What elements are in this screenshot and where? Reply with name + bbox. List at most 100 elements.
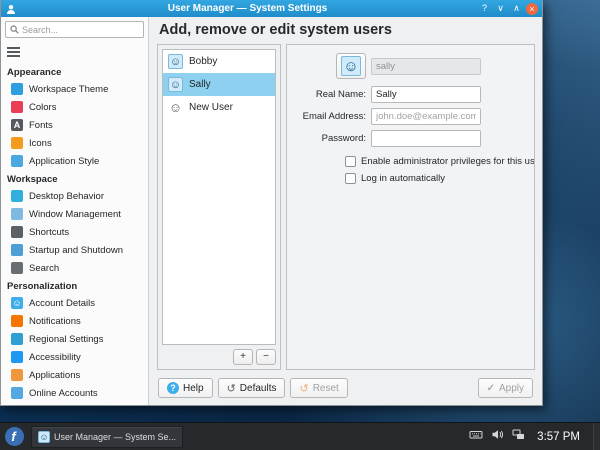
search-icon: [10, 21, 19, 39]
sidebar-item-workspace-theme[interactable]: Workspace Theme: [5, 80, 144, 98]
apply-check-icon: ✓: [487, 383, 495, 394]
colors-icon: [11, 101, 23, 113]
user-row-new-user[interactable]: ☺ New User: [163, 96, 275, 119]
show-desktop-button[interactable]: [593, 423, 600, 450]
user-list-controls: + −: [162, 349, 276, 365]
user-details-form: ☺ Real Name: Email Address: Password: Enab…: [286, 44, 535, 370]
user-row-sally[interactable]: ☺Sally: [163, 73, 275, 96]
sidebar-item-shortcuts[interactable]: Shortcuts: [5, 223, 144, 241]
checkbox-label: Enable administrator privileges for this…: [361, 156, 535, 167]
user-name: Bobby: [189, 56, 217, 67]
sidebar-item-account-details[interactable]: ☺Account Details: [5, 294, 144, 312]
help-icon: ?: [167, 382, 179, 394]
defaults-icon: ↺: [227, 382, 236, 395]
sidebar-item-accessibility[interactable]: Accessibility: [5, 348, 144, 366]
window-body: AppearanceWorkspace ThemeColorsAFontsIco…: [1, 17, 542, 405]
defaults-button[interactable]: ↺ Defaults: [218, 378, 286, 398]
sidebar-item-icons[interactable]: Icons: [5, 134, 144, 152]
new-user-icon: ☺: [168, 100, 183, 115]
checkbox-box[interactable]: [345, 156, 356, 167]
page-title: Add, remove or edit system users: [149, 17, 542, 41]
close-button[interactable]: ×: [526, 3, 538, 15]
real-name-input[interactable]: [371, 86, 481, 103]
checkbox-box[interactable]: [345, 173, 356, 184]
sidebar-item-startup-and-shutdown[interactable]: Startup and Shutdown: [5, 241, 144, 259]
footer-buttons: ? Help ↺ Defaults ↺ Reset ✓ Apply: [149, 372, 542, 405]
desktop-wallpaper: User Manager — System Settings ? ∨ ∧ × A…: [0, 0, 600, 450]
minimize-button[interactable]: ∨: [494, 2, 507, 15]
checkbox-rows: Enable administrator privileges for this…: [293, 156, 528, 184]
help-button[interactable]: ? Help: [158, 378, 213, 398]
checkbox-label: Log in automatically: [361, 173, 445, 184]
checkbox-enable-administrator-privileges-for-this-user[interactable]: Enable administrator privileges for this…: [345, 156, 528, 167]
user-row-bobby[interactable]: ☺ Bobby: [163, 50, 275, 73]
avatar-row: ☺: [293, 53, 528, 79]
sidebar-sections: AppearanceWorkspace ThemeColorsAFontsIco…: [5, 67, 144, 405]
checkbox-log-in-automatically[interactable]: Log in automatically: [345, 173, 528, 184]
sidebar-item-label: Notifications: [29, 316, 81, 327]
email-address-input[interactable]: [371, 108, 481, 125]
sidebar-item-label: Search: [29, 263, 59, 274]
user-manager-module: ☺Bobby☺Sally☺New User + − ☺: [157, 44, 535, 370]
keyboard-status-icon[interactable]: [469, 428, 483, 446]
sidebar-item-desktop-behavior[interactable]: Desktop Behavior: [5, 187, 144, 205]
user-name: New User: [189, 102, 233, 113]
sidebar-item-label: Shortcuts: [29, 227, 69, 238]
sidebar-item-label: Window Management: [29, 209, 121, 220]
sidebar-item-window-management[interactable]: Window Management: [5, 205, 144, 223]
add-user-button[interactable]: +: [233, 349, 253, 365]
window-app-icon: [5, 3, 17, 15]
defaults-button-label: Defaults: [240, 383, 277, 394]
remove-user-button[interactable]: −: [256, 349, 276, 365]
search-icon: [11, 262, 23, 274]
accessibility-icon: [11, 351, 23, 363]
task-app-icon: ☺: [38, 431, 50, 443]
sidebar: AppearanceWorkspace ThemeColorsAFontsIco…: [1, 17, 149, 405]
form-label-email-address: Email Address:: [293, 111, 371, 122]
sidebar-item-applications[interactable]: Applications: [5, 366, 144, 384]
user-avatar-icon: ☺: [168, 54, 183, 69]
avatar-button[interactable]: ☺: [336, 53, 366, 79]
search-input[interactable]: [22, 25, 139, 35]
sidebar-item-fonts[interactable]: AFonts: [5, 116, 144, 134]
sidebar-item-online-accounts[interactable]: Online Accounts: [5, 384, 144, 402]
app-launcher-button[interactable]: f: [3, 425, 26, 448]
reset-button[interactable]: ↺ Reset: [290, 378, 347, 398]
sidebar-item-label: Fonts: [29, 120, 53, 131]
taskbar-task-button[interactable]: ☺ User Manager — System Se...: [31, 426, 183, 448]
clock[interactable]: 3:57 PM: [535, 431, 588, 443]
sidebar-item-label: Startup and Shutdown: [29, 245, 123, 256]
window-management-icon: [11, 208, 23, 220]
system-tray: [464, 428, 530, 446]
apply-button[interactable]: ✓ Apply: [478, 378, 533, 398]
sidebar-item-label: Applications: [29, 370, 80, 381]
sidebar-section-personalization: Personalization: [7, 281, 142, 292]
password-input[interactable]: [371, 130, 481, 147]
sidebar-item-notifications[interactable]: Notifications: [5, 312, 144, 330]
apply-button-label: Apply: [499, 383, 524, 394]
search-box[interactable]: [5, 21, 144, 38]
sidebar-item-application-style[interactable]: Application Style: [5, 152, 144, 170]
sidebar-item-label: Account Details: [29, 298, 95, 309]
fedora-logo-icon: f: [5, 427, 24, 446]
sidebar-item-label: Accessibility: [29, 352, 81, 363]
sidebar-item-search[interactable]: Search: [5, 259, 144, 277]
maximize-button[interactable]: ∧: [510, 2, 523, 15]
online-accounts-icon: [11, 387, 23, 399]
sidebar-item-label: Desktop Behavior: [29, 191, 104, 202]
sidebar-item-regional-settings[interactable]: Regional Settings: [5, 330, 144, 348]
form-label-real-name: Real Name:: [293, 89, 371, 100]
reset-icon: ↺: [299, 382, 308, 395]
sidebar-item-colors[interactable]: Colors: [5, 98, 144, 116]
titlebar[interactable]: User Manager — System Settings ? ∨ ∧ ×: [1, 0, 542, 17]
user-avatar-icon: ☺: [168, 77, 183, 92]
titlebar-help-button[interactable]: ?: [478, 2, 491, 15]
network-icon[interactable]: [512, 428, 525, 446]
application-style-icon: [11, 155, 23, 167]
form-label-password: Password:: [293, 133, 371, 144]
hamburger-menu-icon[interactable]: [5, 43, 25, 63]
username-field: [371, 58, 481, 75]
volume-icon[interactable]: [491, 428, 504, 446]
reset-button-label: Reset: [313, 383, 339, 394]
sidebar-item-label: Workspace Theme: [29, 84, 108, 95]
